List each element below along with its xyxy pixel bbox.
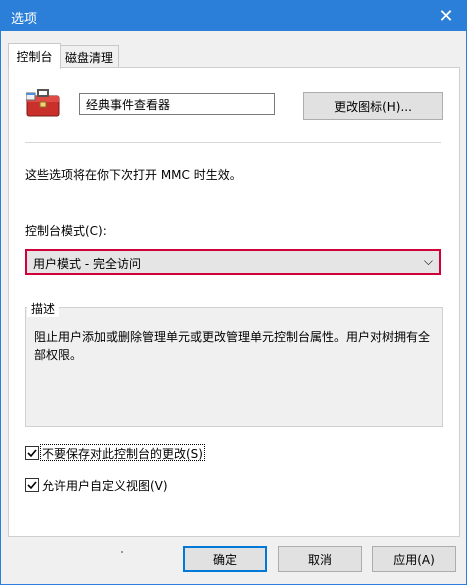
close-button[interactable]: ✕ — [426, 1, 466, 31]
divider-dot — [121, 551, 123, 553]
window-title: 选项 — [11, 12, 38, 27]
console-tab-panel: 更改图标(H)... 这些选项将在你下次打开 MMC 时生效。 控制台模式(C)… — [8, 67, 460, 537]
dont-save-changes-checkbox[interactable] — [25, 446, 39, 460]
close-icon: ✕ — [438, 5, 454, 27]
tab-disk-cleanup[interactable]: 磁盘清理 — [59, 45, 119, 68]
checkmark-icon — [27, 449, 37, 458]
allow-customize-view-label[interactable]: 允许用户自定义视图(V) — [42, 477, 168, 494]
description-title: 描述 — [27, 300, 60, 317]
separator — [25, 142, 441, 143]
ok-button[interactable]: 确定 — [183, 546, 267, 572]
cancel-button[interactable]: 取消 — [278, 546, 362, 572]
console-name-input[interactable] — [79, 93, 275, 115]
change-icon-button[interactable]: 更改图标(H)... — [303, 92, 443, 120]
checkmark-icon — [27, 481, 37, 490]
console-mode-select[interactable]: 用户模式 - 完全访问 ⌵ — [25, 249, 441, 275]
console-mode-selected: 用户模式 - 完全访问 — [33, 257, 141, 271]
title-bar: 选项 ✕ — [1, 1, 466, 31]
allow-customize-view-checkbox[interactable] — [25, 478, 39, 492]
description-group — [25, 307, 443, 427]
description-text: 阻止用户添加或删除管理单元或更改管理单元控制台属性。用户对树拥有全部权限。 — [34, 330, 431, 362]
toolbox-icon — [26, 89, 60, 117]
tab-disk-cleanup-label: 磁盘清理 — [64, 50, 113, 65]
console-mode-label: 控制台模式(C): — [25, 224, 107, 238]
chevron-down-icon: ⌵ — [423, 254, 433, 268]
dont-save-changes-label[interactable]: 不要保存对此控制台的更改(S) — [42, 445, 203, 462]
apply-button[interactable]: 应用(A) — [372, 546, 456, 572]
options-dialog: 选项 ✕ 控制台 磁盘清理 更改图标(H)... 这些选项将在你下次打开 MMC… — [0, 0, 467, 585]
tab-console[interactable]: 控制台 — [8, 43, 61, 69]
tab-console-label: 控制台 — [16, 50, 53, 64]
info-text: 这些选项将在你下次打开 MMC 时生效。 — [25, 168, 242, 182]
